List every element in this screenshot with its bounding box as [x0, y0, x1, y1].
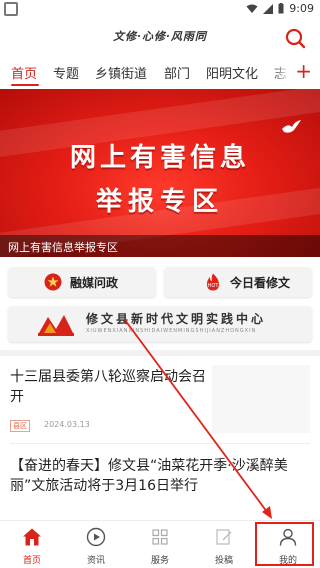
practice-center-pinyin: XIUWENXIANXINSHIDAIWENMINGSHIJIANZHONGXI… — [86, 328, 257, 334]
banner-caption: 网上有害信息举报专区 — [8, 241, 118, 254]
tab-towns[interactable]: 乡镇街道 — [95, 63, 147, 82]
tab-yangming-culture[interactable]: 阳明文化 — [206, 63, 258, 82]
media-inquiry-label: 融媒问政 — [70, 276, 119, 290]
notification-icon — [4, 2, 18, 16]
grid-icon — [152, 529, 168, 545]
tab-bar-submit-label: 投稿 — [214, 556, 233, 566]
banner-headline-2: 举报专区 — [95, 187, 224, 217]
tab-bar-home-label: 首页 — [22, 556, 41, 566]
play-circle-icon — [86, 527, 106, 547]
edit-icon — [216, 529, 232, 545]
practice-center-title: 修文县新时代文明实践中心 — [86, 312, 267, 326]
signal-icon — [263, 3, 274, 14]
tab-bar-home[interactable]: 首页 — [0, 521, 64, 568]
civilization-practice-center-button[interactable]: 修文县新时代文明实践中心 XIUWENXIANXINSHIDAIWENMINGS… — [8, 306, 312, 342]
search-icon[interactable] — [284, 27, 306, 49]
tab-departments[interactable]: 部门 — [164, 63, 190, 82]
tab-bar-services[interactable]: 服务 — [128, 521, 192, 568]
battery-icon — [278, 3, 284, 14]
home-icon — [23, 528, 41, 546]
tab-bar-submit[interactable]: 投稿 — [192, 521, 256, 568]
tab-topics[interactable]: 专题 — [53, 63, 79, 82]
app-header: 文修·心修·风雨同 — [0, 18, 320, 58]
annotation-highlight-box — [255, 522, 314, 566]
tab-bar-news[interactable]: 资讯 — [64, 521, 128, 568]
practice-center-logo — [38, 315, 74, 336]
channel-tabs: 首页 专题 乡镇街道 部门 阳明文化 志 + — [0, 58, 320, 88]
status-time: 9:09 — [289, 2, 314, 15]
banner-headline-1: 网上有害信息 — [69, 143, 250, 173]
news-thumbnail[interactable] — [212, 365, 310, 433]
wifi-icon — [246, 4, 258, 13]
banner-carousel[interactable]: 网上有害信息 举报专区 网上有害信息举报专区 — [0, 89, 320, 257]
tab-home[interactable]: 首页 — [11, 63, 37, 82]
svg-text:HOT: HOT — [208, 283, 220, 289]
header-slogan: 文修·心修·风雨同 — [113, 30, 207, 43]
row-separator — [10, 443, 310, 444]
status-bar: 9:09 — [0, 0, 320, 18]
section-divider — [0, 350, 320, 356]
tab-bar-services-label: 服务 — [150, 556, 169, 566]
dove-icon — [282, 120, 301, 133]
news-date: 2024.03.13 — [44, 420, 90, 429]
today-xiuwen-label: 今日看修文 — [230, 276, 291, 290]
news-title[interactable]: 十三届县委第八轮巡察启动会召开 — [10, 367, 206, 407]
add-channel-button[interactable]: + — [295, 61, 312, 81]
today-xiuwen-button[interactable]: HOT 今日看修文 — [164, 267, 312, 297]
star-badge-icon — [44, 273, 62, 291]
flame-icon: HOT — [207, 273, 220, 291]
active-tab-indicator — [11, 84, 39, 86]
banner-caption-bar: 网上有害信息举报专区 — [0, 235, 320, 257]
tab-bar-news-label: 资讯 — [86, 556, 105, 566]
media-inquiry-button[interactable]: 融媒问政 — [8, 267, 156, 297]
news-tag: 县区 — [10, 420, 30, 432]
news-title[interactable]: 【奋进的春天】修文县“油菜花开季·沙溪醉美丽”文旅活动将于3月16日举行 — [10, 456, 310, 496]
